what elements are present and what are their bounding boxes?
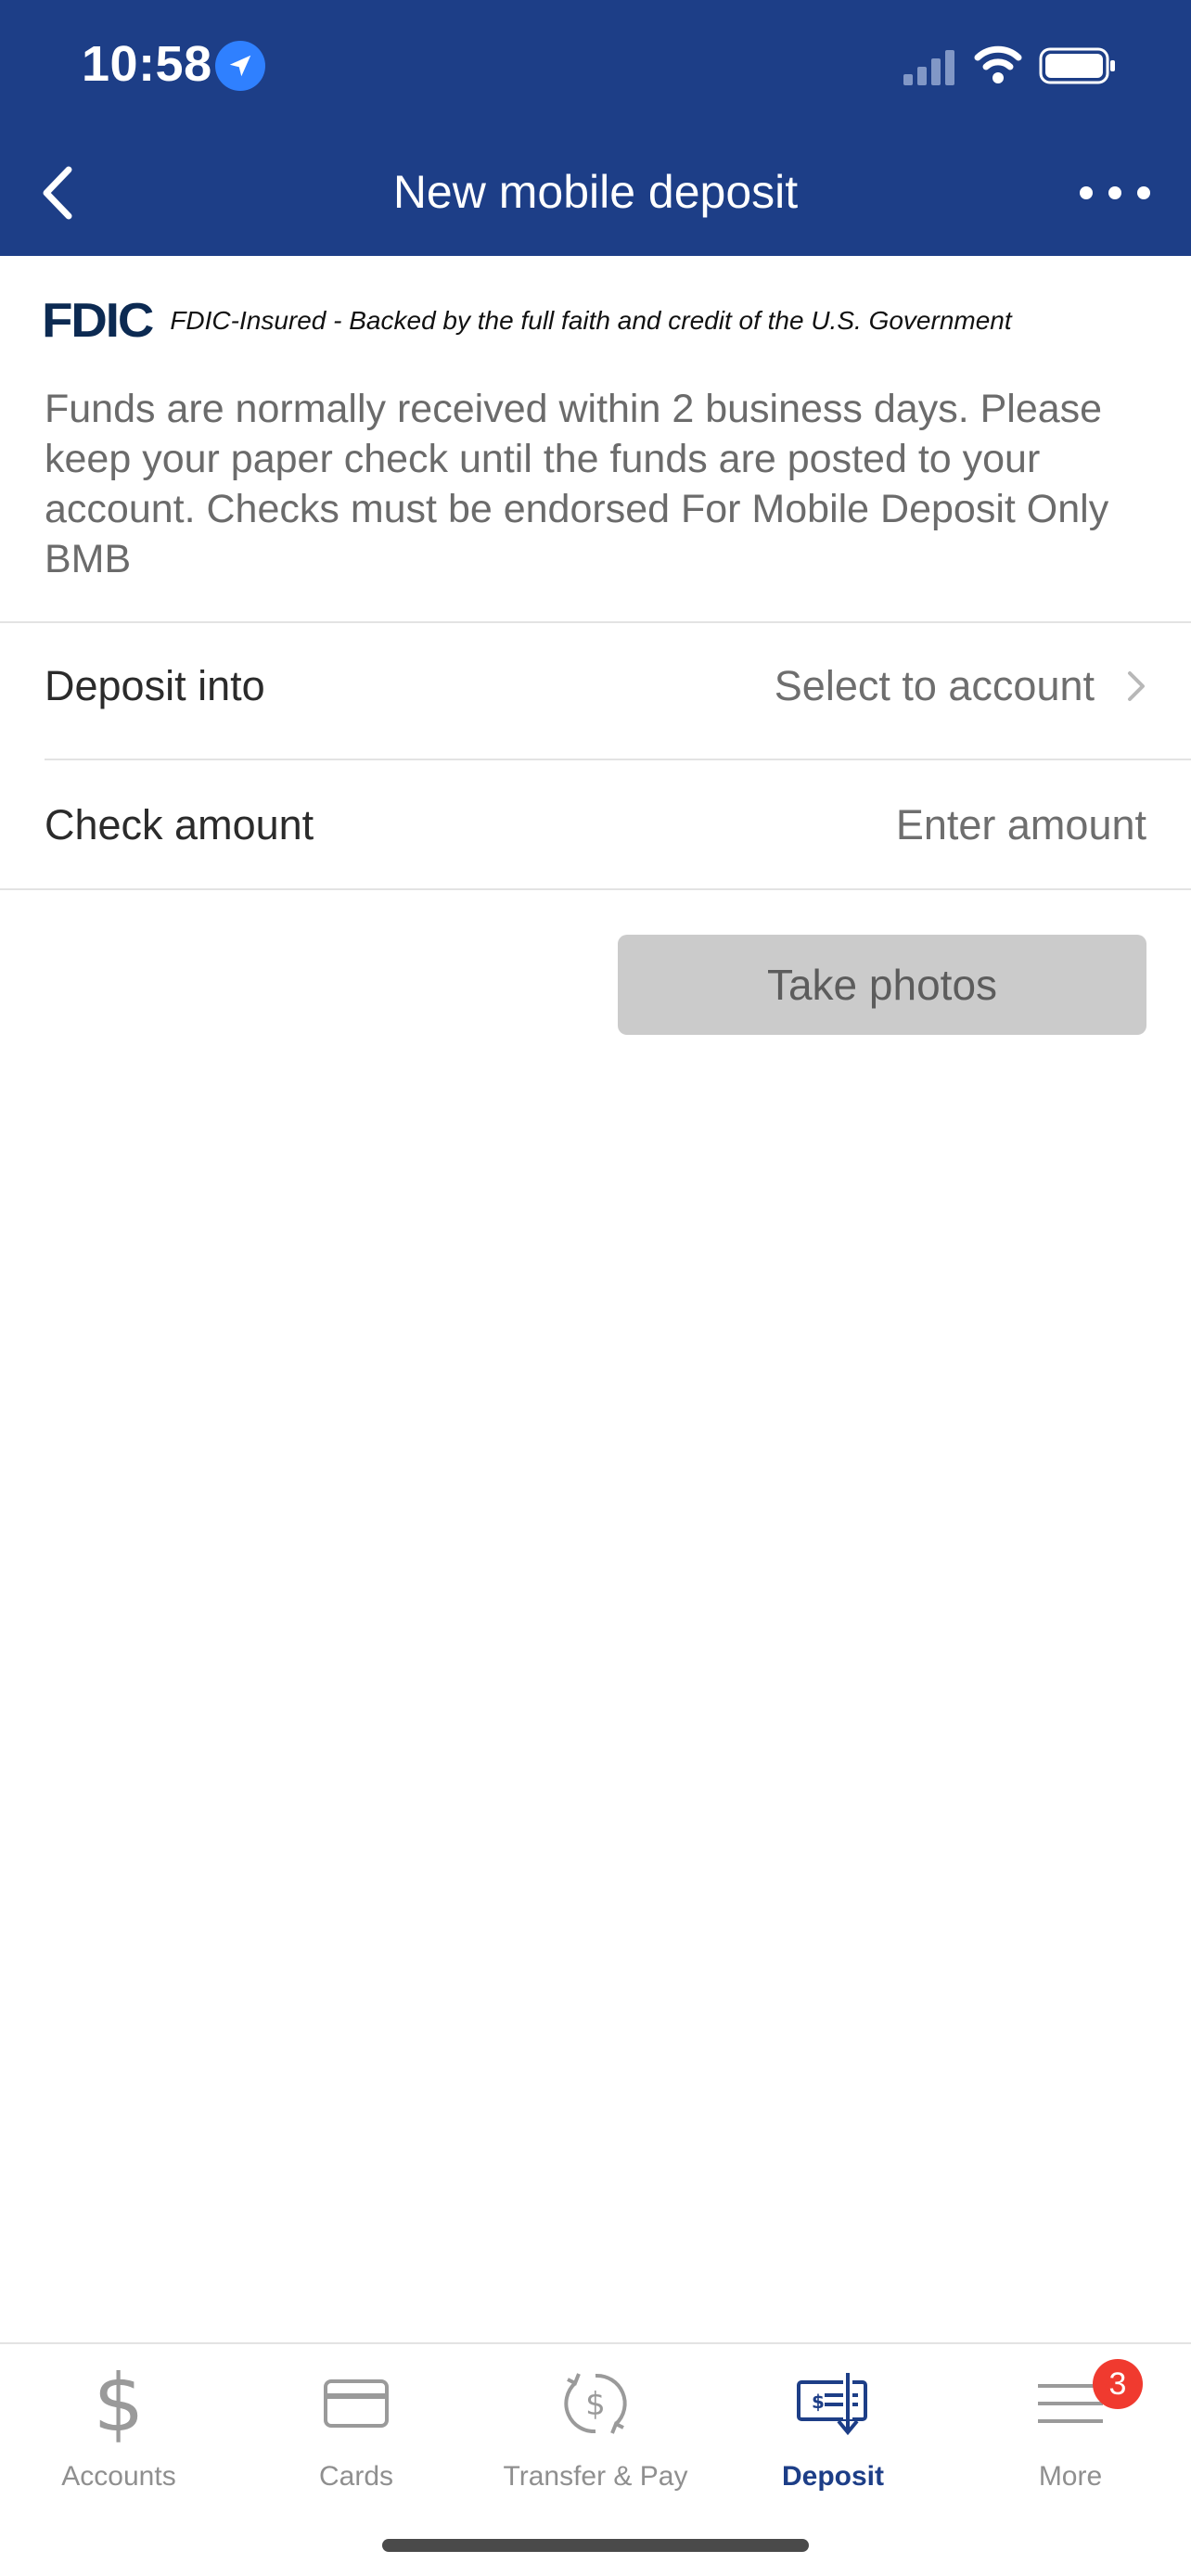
fdic-logo: FDIC <box>42 294 154 348</box>
take-photos-button[interactable]: Take photos <box>618 935 1146 1035</box>
deposit-into-row[interactable]: Deposit into Select to account <box>45 621 1146 751</box>
ellipsis-dot <box>1080 186 1093 199</box>
check-deposit-icon: $ <box>714 2366 952 2441</box>
app-header: 10:58 New mobile deposit <box>0 0 1191 256</box>
svg-text:$: $ <box>585 2386 606 2423</box>
cellular-signal-icon <box>903 50 954 85</box>
check-amount-input[interactable] <box>775 801 1146 849</box>
home-indicator <box>382 2539 809 2552</box>
card-icon <box>237 2366 475 2441</box>
check-amount-row: Check amount <box>45 760 1146 890</box>
ellipsis-dot <box>1108 186 1121 199</box>
fdic-notice: FDIC FDIC-Insured - Backed by the full f… <box>42 294 1012 348</box>
tab-transfer-pay[interactable]: $ Transfer & Pay <box>477 2344 714 2502</box>
transfer-icon: $ <box>477 2366 714 2441</box>
more-options-button[interactable] <box>1080 167 1150 219</box>
menu-icon <box>952 2366 1189 2441</box>
tab-cards[interactable]: Cards <box>237 2344 475 2502</box>
tab-more[interactable]: 3 More <box>952 2344 1189 2502</box>
svg-text:$: $ <box>812 2391 825 2413</box>
ellipsis-dot <box>1137 186 1150 199</box>
status-time: 10:58 <box>82 36 212 92</box>
tab-label: Transfer & Pay <box>503 2461 688 2492</box>
tab-label: Cards <box>318 2461 394 2492</box>
tab-deposit[interactable]: $ Deposit <box>714 2344 952 2502</box>
divider <box>0 888 1191 890</box>
tab-label: More <box>1038 2461 1103 2492</box>
account-selector-value: Select to account <box>774 662 1095 709</box>
deposit-into-label: Deposit into <box>45 662 265 709</box>
deposit-info-text: Funds are normally received within 2 bus… <box>45 387 1109 581</box>
account-selector[interactable]: Select to account <box>775 662 1146 710</box>
notification-badge: 3 <box>1093 2359 1143 2409</box>
battery-icon <box>1039 47 1115 84</box>
tab-label: Deposit <box>781 2461 884 2492</box>
location-arrow-icon <box>215 41 265 91</box>
tab-accounts[interactable]: $ Accounts <box>0 2344 237 2502</box>
dollar-icon: $ <box>93 2357 145 2450</box>
mobile-deposit-screen: 10:58 New mobile deposit FDIC FDIC-Insur… <box>0 0 1191 2576</box>
page-title: New mobile deposit <box>392 166 799 218</box>
chevron-right-icon <box>1128 671 1145 701</box>
tab-label: Accounts <box>61 2461 176 2492</box>
fdic-text: FDIC-Insured - Backed by the full faith … <box>170 306 1012 335</box>
check-amount-label: Check amount <box>45 801 314 848</box>
wifi-icon <box>974 45 1022 83</box>
